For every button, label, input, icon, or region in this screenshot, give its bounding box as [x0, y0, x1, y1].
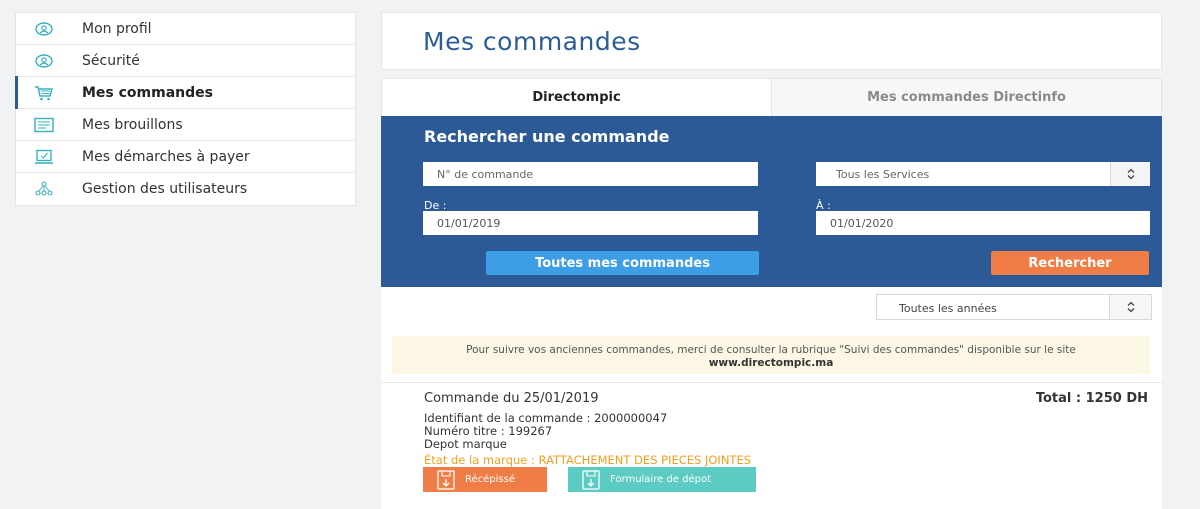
sidebar-item-mes-commandes[interactable]: Mes commandes	[15, 76, 355, 109]
sidebar-item-label: Mes brouillons	[82, 116, 183, 133]
laptop-payment-icon	[34, 148, 54, 166]
sidebar-item-label: Sécurité	[82, 52, 140, 69]
notice-link[interactable]: www.directompic.ma	[709, 357, 834, 369]
all-orders-button[interactable]: Toutes mes commandes	[486, 251, 759, 275]
security-icon	[34, 52, 54, 70]
document-download-icon	[582, 469, 600, 490]
sidebar-item-label: Mes démarches à payer	[82, 148, 250, 165]
search-title: Rechercher une commande	[424, 127, 670, 146]
notice-banner: Pour suivre vos anciennes commandes, mer…	[392, 336, 1150, 374]
drafts-icon	[34, 116, 54, 134]
from-date-input[interactable]	[423, 211, 758, 235]
document-download-icon	[437, 469, 455, 490]
sidebar-item-securite[interactable]: Sécurité	[16, 45, 355, 77]
form-button[interactable]: Formulaire de dépot	[568, 467, 756, 492]
tab-bar: Directompic Mes commandes Directinfo	[381, 78, 1162, 116]
sidebar-item-gestion-utilisateurs[interactable]: Gestion des utilisateurs	[16, 173, 355, 205]
order-card: Commande du 25/01/2019 Total : 1250 DH I…	[424, 391, 1152, 467]
sidebar-menu: Mon profil Sécurité Mes commandes Mes br…	[15, 12, 356, 206]
order-state: État de la marque : RATTACHEMENT DES PIE…	[424, 453, 752, 467]
order-title-number: Numéro titre : 199267	[424, 424, 553, 438]
service-select[interactable]: Tous les Services	[816, 162, 1150, 186]
order-type: Depot marque	[424, 437, 507, 451]
users-network-icon	[34, 180, 54, 198]
year-select-value: Toutes les années	[899, 302, 997, 315]
notice-text: Pour suivre vos anciennes commandes, mer…	[466, 344, 1076, 356]
tab-directompic[interactable]: Directompic	[382, 79, 772, 116]
cart-icon	[34, 84, 54, 102]
page-title: Mes commandes	[423, 27, 641, 56]
sidebar-item-label: Gestion des utilisateurs	[82, 181, 248, 197]
receipt-button-label: Récépissé	[465, 474, 515, 485]
sidebar-item-mes-brouillons[interactable]: Mes brouillons	[16, 109, 355, 141]
to-date-input[interactable]	[816, 211, 1150, 235]
order-number-input[interactable]	[423, 162, 758, 186]
receipt-button[interactable]: Récépissé	[423, 467, 547, 492]
sidebar-item-label: Mes commandes	[82, 84, 213, 101]
divider	[381, 382, 1162, 383]
sidebar-item-label: Mon profil	[82, 20, 152, 37]
sidebar-item-mon-profil[interactable]: Mon profil	[16, 13, 355, 45]
order-total: Total : 1250 DH	[1035, 391, 1148, 406]
profile-icon	[34, 20, 54, 38]
sidebar-item-mes-demarches[interactable]: Mes démarches à payer	[16, 141, 355, 173]
orders-content: Toutes les années Pour suivre vos ancien…	[381, 287, 1162, 509]
page-header: Mes commandes	[381, 12, 1162, 70]
search-panel: Rechercher une commande Tous les Service…	[381, 116, 1162, 287]
select-arrows-icon	[1110, 162, 1150, 186]
year-select[interactable]: Toutes les années	[876, 294, 1152, 320]
search-button[interactable]: Rechercher	[991, 251, 1149, 275]
form-button-label: Formulaire de dépot	[610, 474, 712, 485]
service-select-value: Tous les Services	[836, 168, 930, 181]
tab-directinfo[interactable]: Mes commandes Directinfo	[772, 79, 1161, 116]
select-arrows-icon	[1109, 295, 1151, 319]
